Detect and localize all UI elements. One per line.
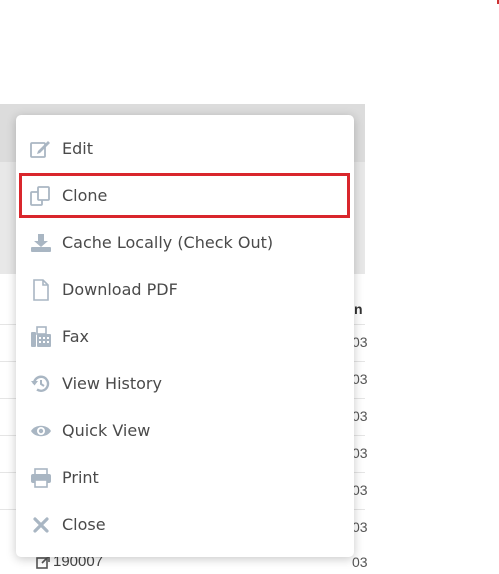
row-cell: 03 <box>352 519 368 535</box>
menu-item-edit[interactable]: Edit <box>16 125 354 172</box>
menu-item-label: Cache Locally (Check Out) <box>62 233 274 252</box>
menu-item-cache-locally[interactable]: Cache Locally (Check Out) <box>16 219 354 266</box>
fax-icon <box>30 325 52 348</box>
screen: n 03 03 03 03 03 03 190007 03 Edit Clone… <box>0 0 499 574</box>
eye-icon <box>30 420 52 442</box>
clone-icon <box>30 185 52 207</box>
column-header: n <box>354 301 363 317</box>
menu-item-close[interactable]: Close <box>16 501 354 548</box>
bottom-row-code: 03 <box>352 554 368 570</box>
menu-item-label: Download PDF <box>62 280 178 299</box>
menu-item-label: Clone <box>62 186 108 205</box>
row-cell: 03 <box>352 445 368 461</box>
menu-item-view-history[interactable]: View History <box>16 360 354 407</box>
menu-item-fax[interactable]: Fax <box>16 313 354 360</box>
row-cell: 03 <box>352 482 368 498</box>
history-icon <box>30 373 52 395</box>
menu-item-clone[interactable]: Clone <box>18 172 351 219</box>
menu-item-label: Fax <box>62 327 90 346</box>
menu-item-print[interactable]: Print <box>16 454 354 501</box>
row-cell: 03 <box>352 371 368 387</box>
row-cell: 03 <box>352 408 368 424</box>
menu-item-download-pdf[interactable]: Download PDF <box>16 266 354 313</box>
close-icon <box>30 514 52 536</box>
print-icon <box>30 467 52 489</box>
menu-item-label: Close <box>62 515 106 534</box>
download-icon <box>30 232 52 254</box>
row-cell: 03 <box>352 334 368 350</box>
menu-item-label: Quick View <box>62 421 151 440</box>
menu-item-label: View History <box>62 374 162 393</box>
menu-item-label: Print <box>62 468 99 487</box>
edit-icon <box>30 138 52 160</box>
context-menu: Edit Clone Cache Locally (Check Out) Dow… <box>16 115 354 557</box>
menu-item-label: Edit <box>62 139 93 158</box>
document-icon <box>30 278 52 301</box>
menu-item-quick-view[interactable]: Quick View <box>16 407 354 454</box>
